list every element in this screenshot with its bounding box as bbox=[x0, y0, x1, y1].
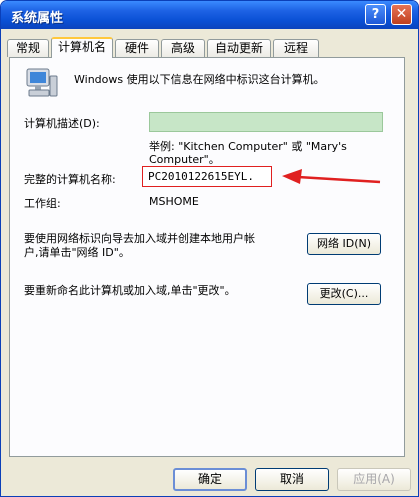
ok-button[interactable]: 确定 bbox=[173, 468, 247, 491]
title-bar[interactable]: 系统属性 ? ✕ bbox=[1, 1, 418, 29]
info-text: Windows 使用以下信息在网络中标识这台计算机。 bbox=[74, 73, 325, 86]
tab-hardware[interactable]: 硬件 bbox=[115, 39, 159, 57]
apply-button[interactable]: 应用(A) bbox=[337, 468, 411, 491]
tab-computer-name[interactable]: 计算机名 bbox=[51, 37, 113, 58]
rename-text: 要重新命名此计算机或加入域,单击"更改"。 bbox=[24, 284, 236, 297]
description-label: 计算机描述(D): bbox=[24, 117, 100, 130]
full-name-label: 完整的计算机名称: bbox=[24, 173, 116, 186]
cancel-button[interactable]: 取消 bbox=[255, 468, 329, 491]
workgroup-value: MSHOME bbox=[149, 195, 199, 208]
description-input[interactable] bbox=[149, 112, 383, 132]
tab-automatic-updates[interactable]: 自动更新 bbox=[207, 39, 271, 57]
computer-name-panel: Windows 使用以下信息在网络中标识这台计算机。 计算机描述(D): 举例:… bbox=[9, 57, 405, 457]
tab-remote[interactable]: 远程 bbox=[273, 39, 319, 57]
computer-icon bbox=[26, 68, 58, 97]
change-button[interactable]: 更改(C)... bbox=[307, 283, 381, 305]
close-button[interactable]: ✕ bbox=[391, 4, 412, 25]
full-name-value: PC2010122615EYL. bbox=[148, 170, 254, 183]
network-id-text-line2: 户,请单击"网络 ID"。 bbox=[24, 246, 130, 259]
help-button[interactable]: ? bbox=[365, 4, 386, 25]
tab-general[interactable]: 常规 bbox=[7, 39, 49, 57]
system-properties-window: 系统属性 ? ✕ 常规 计算机名 硬件 高级 自动更新 远程 Windows 使… bbox=[0, 0, 419, 497]
annotation-arrow-icon bbox=[282, 169, 381, 184]
example-text-line2: Computer"。 bbox=[149, 153, 220, 166]
tab-advanced[interactable]: 高级 bbox=[161, 39, 205, 57]
window-title: 系统属性 bbox=[11, 11, 64, 26]
full-name-highlight: PC2010122615EYL. bbox=[142, 166, 272, 187]
network-id-button[interactable]: 网络 ID(N) bbox=[307, 233, 381, 255]
workgroup-label: 工作组: bbox=[24, 197, 61, 210]
